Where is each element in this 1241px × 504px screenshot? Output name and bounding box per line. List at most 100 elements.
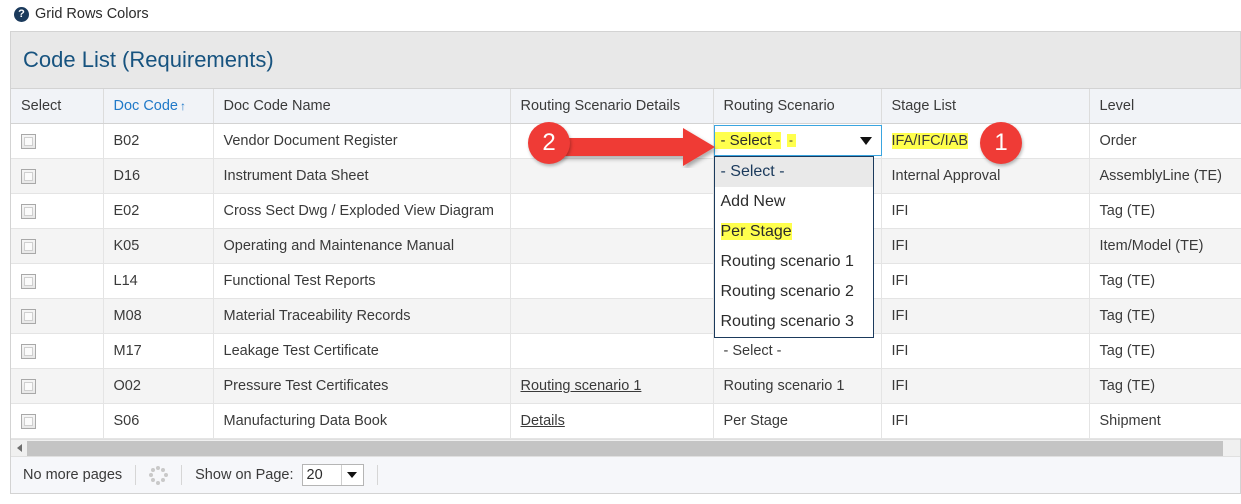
- routing-scenario-dropdown[interactable]: - Select - -: [713, 125, 882, 156]
- column-header-select: Select: [11, 89, 104, 124]
- cell-routing-scenario-details[interactable]: Details: [510, 403, 714, 439]
- cell-stage-list: IFI: [881, 333, 1090, 369]
- cell-level: Tag (TE): [1089, 193, 1241, 229]
- row-select-cell[interactable]: [11, 263, 104, 299]
- grid-scroll-area: Select Doc Code ↑ Doc Code Name Routing S…: [11, 89, 1241, 439]
- pages-status-label: No more pages: [23, 467, 123, 483]
- table-header-row: Select Doc Code ↑ Doc Code Name Routing S…: [11, 89, 1241, 124]
- cell-routing-scenario[interactable]: - Select - - - Select - Add New Per Stag…: [713, 123, 882, 338]
- option-per-stage[interactable]: Per Stage: [715, 217, 873, 247]
- table-row: O02 Pressure Test Certificates Routing s…: [11, 368, 1241, 404]
- column-header-stage-list: Stage List: [881, 89, 1090, 124]
- column-header-doc-code[interactable]: Doc Code ↑: [103, 89, 214, 124]
- column-header-routing-scenario: Routing Scenario: [713, 89, 882, 124]
- row-checkbox[interactable]: [21, 308, 36, 324]
- cell-doc-code-name: Material Traceability Records: [213, 298, 511, 334]
- cell-routing-scenario-details: [510, 228, 714, 264]
- cell-stage-list: IFI: [881, 403, 1090, 439]
- cell-doc-code-name: Vendor Document Register: [213, 123, 511, 159]
- option-add-new[interactable]: Add New: [715, 187, 873, 217]
- cell-level: Tag (TE): [1089, 263, 1241, 299]
- chevron-down-icon[interactable]: [859, 136, 872, 145]
- row-select-cell[interactable]: [11, 228, 104, 264]
- row-select-cell[interactable]: [11, 123, 104, 159]
- row-checkbox[interactable]: [21, 238, 36, 254]
- row-checkbox[interactable]: [21, 203, 36, 219]
- column-header-routing-scenario-details: Routing Scenario Details: [510, 89, 714, 124]
- cell-doc-code-name: Operating and Maintenance Manual: [213, 228, 511, 264]
- cell-routing-scenario: - Select -: [713, 333, 882, 369]
- screen-root: ? Grid Rows Colors Code List (Requiremen…: [0, 0, 1241, 504]
- cell-level: Item/Model (TE): [1089, 228, 1241, 264]
- cell-doc-code: E02: [103, 193, 214, 229]
- help-circle-icon[interactable]: ?: [14, 6, 29, 22]
- option-routing-scenario-1[interactable]: Routing scenario 1: [715, 247, 873, 277]
- grid-rows-colors-label: Grid Rows Colors: [35, 6, 149, 22]
- table-row: B02 Vendor Document Register - Select - …: [11, 123, 1241, 338]
- cell-doc-code: O02: [103, 368, 214, 404]
- routing-scenario-trailing-mark: -: [786, 134, 796, 147]
- row-checkbox[interactable]: [21, 273, 36, 289]
- table-row: E02 Cross Sect Dwg / Exploded View Diagr…: [11, 193, 1241, 229]
- table-row: S06 Manufacturing Data Book Details Per …: [11, 403, 1241, 439]
- cell-doc-code-name: Leakage Test Certificate: [213, 333, 511, 369]
- grid-footer: No more pages Show on Page: 20: [11, 456, 1240, 493]
- option-select[interactable]: - Select -: [714, 157, 873, 187]
- horizontal-scrollbar[interactable]: [11, 439, 1240, 456]
- caret-left-icon[interactable]: [11, 441, 27, 456]
- cell-routing-scenario-details[interactable]: Routing scenario 1: [510, 368, 714, 404]
- show-on-page-value: 20: [306, 467, 323, 483]
- sort-doc-code-link[interactable]: Doc Code: [114, 98, 178, 114]
- row-select-cell[interactable]: [11, 298, 104, 334]
- row-checkbox[interactable]: [21, 378, 36, 394]
- sort-ascending-icon: ↑: [179, 99, 186, 113]
- cell-routing-scenario-details: [510, 123, 714, 159]
- row-select-cell[interactable]: [11, 193, 104, 229]
- table-row: K05 Operating and Maintenance Manual IFI…: [11, 228, 1241, 264]
- cell-routing-scenario-details: [510, 333, 714, 369]
- cell-doc-code-name: Cross Sect Dwg / Exploded View Diagram: [213, 193, 511, 229]
- cell-doc-code-name: Instrument Data Sheet: [213, 158, 511, 194]
- routing-scenario-option-list[interactable]: - Select - Add New Per Stage Routing sce…: [713, 156, 874, 338]
- option-routing-scenario-3[interactable]: Routing scenario 3: [715, 307, 873, 337]
- cell-level: Tag (TE): [1089, 333, 1241, 369]
- cell-stage-list: IFI: [881, 298, 1090, 334]
- cell-doc-code: S06: [103, 403, 214, 439]
- cell-doc-code-name: Manufacturing Data Book: [213, 403, 511, 439]
- scrollbar-thumb[interactable]: [27, 440, 1223, 456]
- footer-divider: [181, 465, 183, 485]
- row-checkbox[interactable]: [21, 343, 36, 359]
- cell-stage-list: IFI: [881, 228, 1090, 264]
- grid-rows-colors-help[interactable]: ? Grid Rows Colors: [14, 3, 149, 25]
- cell-stage-list: IFI: [881, 263, 1090, 299]
- footer-divider: [376, 465, 378, 485]
- row-select-cell[interactable]: [11, 368, 104, 404]
- chevron-down-icon[interactable]: [340, 465, 363, 485]
- column-header-doc-code-name: Doc Code Name: [213, 89, 511, 124]
- table-row: D16 Instrument Data Sheet Internal Appro…: [11, 158, 1241, 194]
- row-checkbox[interactable]: [21, 168, 36, 184]
- cell-doc-code-name: Pressure Test Certificates: [213, 368, 511, 404]
- code-list-panel: Code List (Requirements) Select Doc Code…: [10, 31, 1241, 494]
- row-select-cell[interactable]: [11, 333, 104, 369]
- cell-level: Tag (TE): [1089, 368, 1241, 404]
- show-on-page-select[interactable]: 20: [301, 464, 364, 486]
- row-checkbox[interactable]: [21, 413, 36, 429]
- row-select-cell[interactable]: [11, 158, 104, 194]
- cell-stage-list: IFI: [881, 193, 1090, 229]
- cell-level: AssemblyLine (TE): [1089, 158, 1241, 194]
- cell-level: Order: [1089, 123, 1241, 159]
- loading-spinner-icon: [149, 465, 169, 485]
- cell-stage-list: Internal Approval: [881, 158, 1090, 194]
- cell-stage-list: IFA/IFC/IAB: [881, 123, 1090, 159]
- cell-routing-scenario-details: [510, 158, 714, 194]
- routing-scenario-details-link[interactable]: Routing scenario 1: [521, 378, 642, 394]
- row-checkbox[interactable]: [21, 133, 36, 149]
- option-routing-scenario-2[interactable]: Routing scenario 2: [715, 277, 873, 307]
- cell-doc-code: M17: [103, 333, 214, 369]
- routing-scenario-details-link[interactable]: Details: [521, 413, 565, 429]
- panel-header: Code List (Requirements): [11, 32, 1240, 89]
- cell-routing-scenario-details: [510, 263, 714, 299]
- table-row: M17 Leakage Test Certificate - Select - …: [11, 333, 1241, 369]
- row-select-cell[interactable]: [11, 403, 104, 439]
